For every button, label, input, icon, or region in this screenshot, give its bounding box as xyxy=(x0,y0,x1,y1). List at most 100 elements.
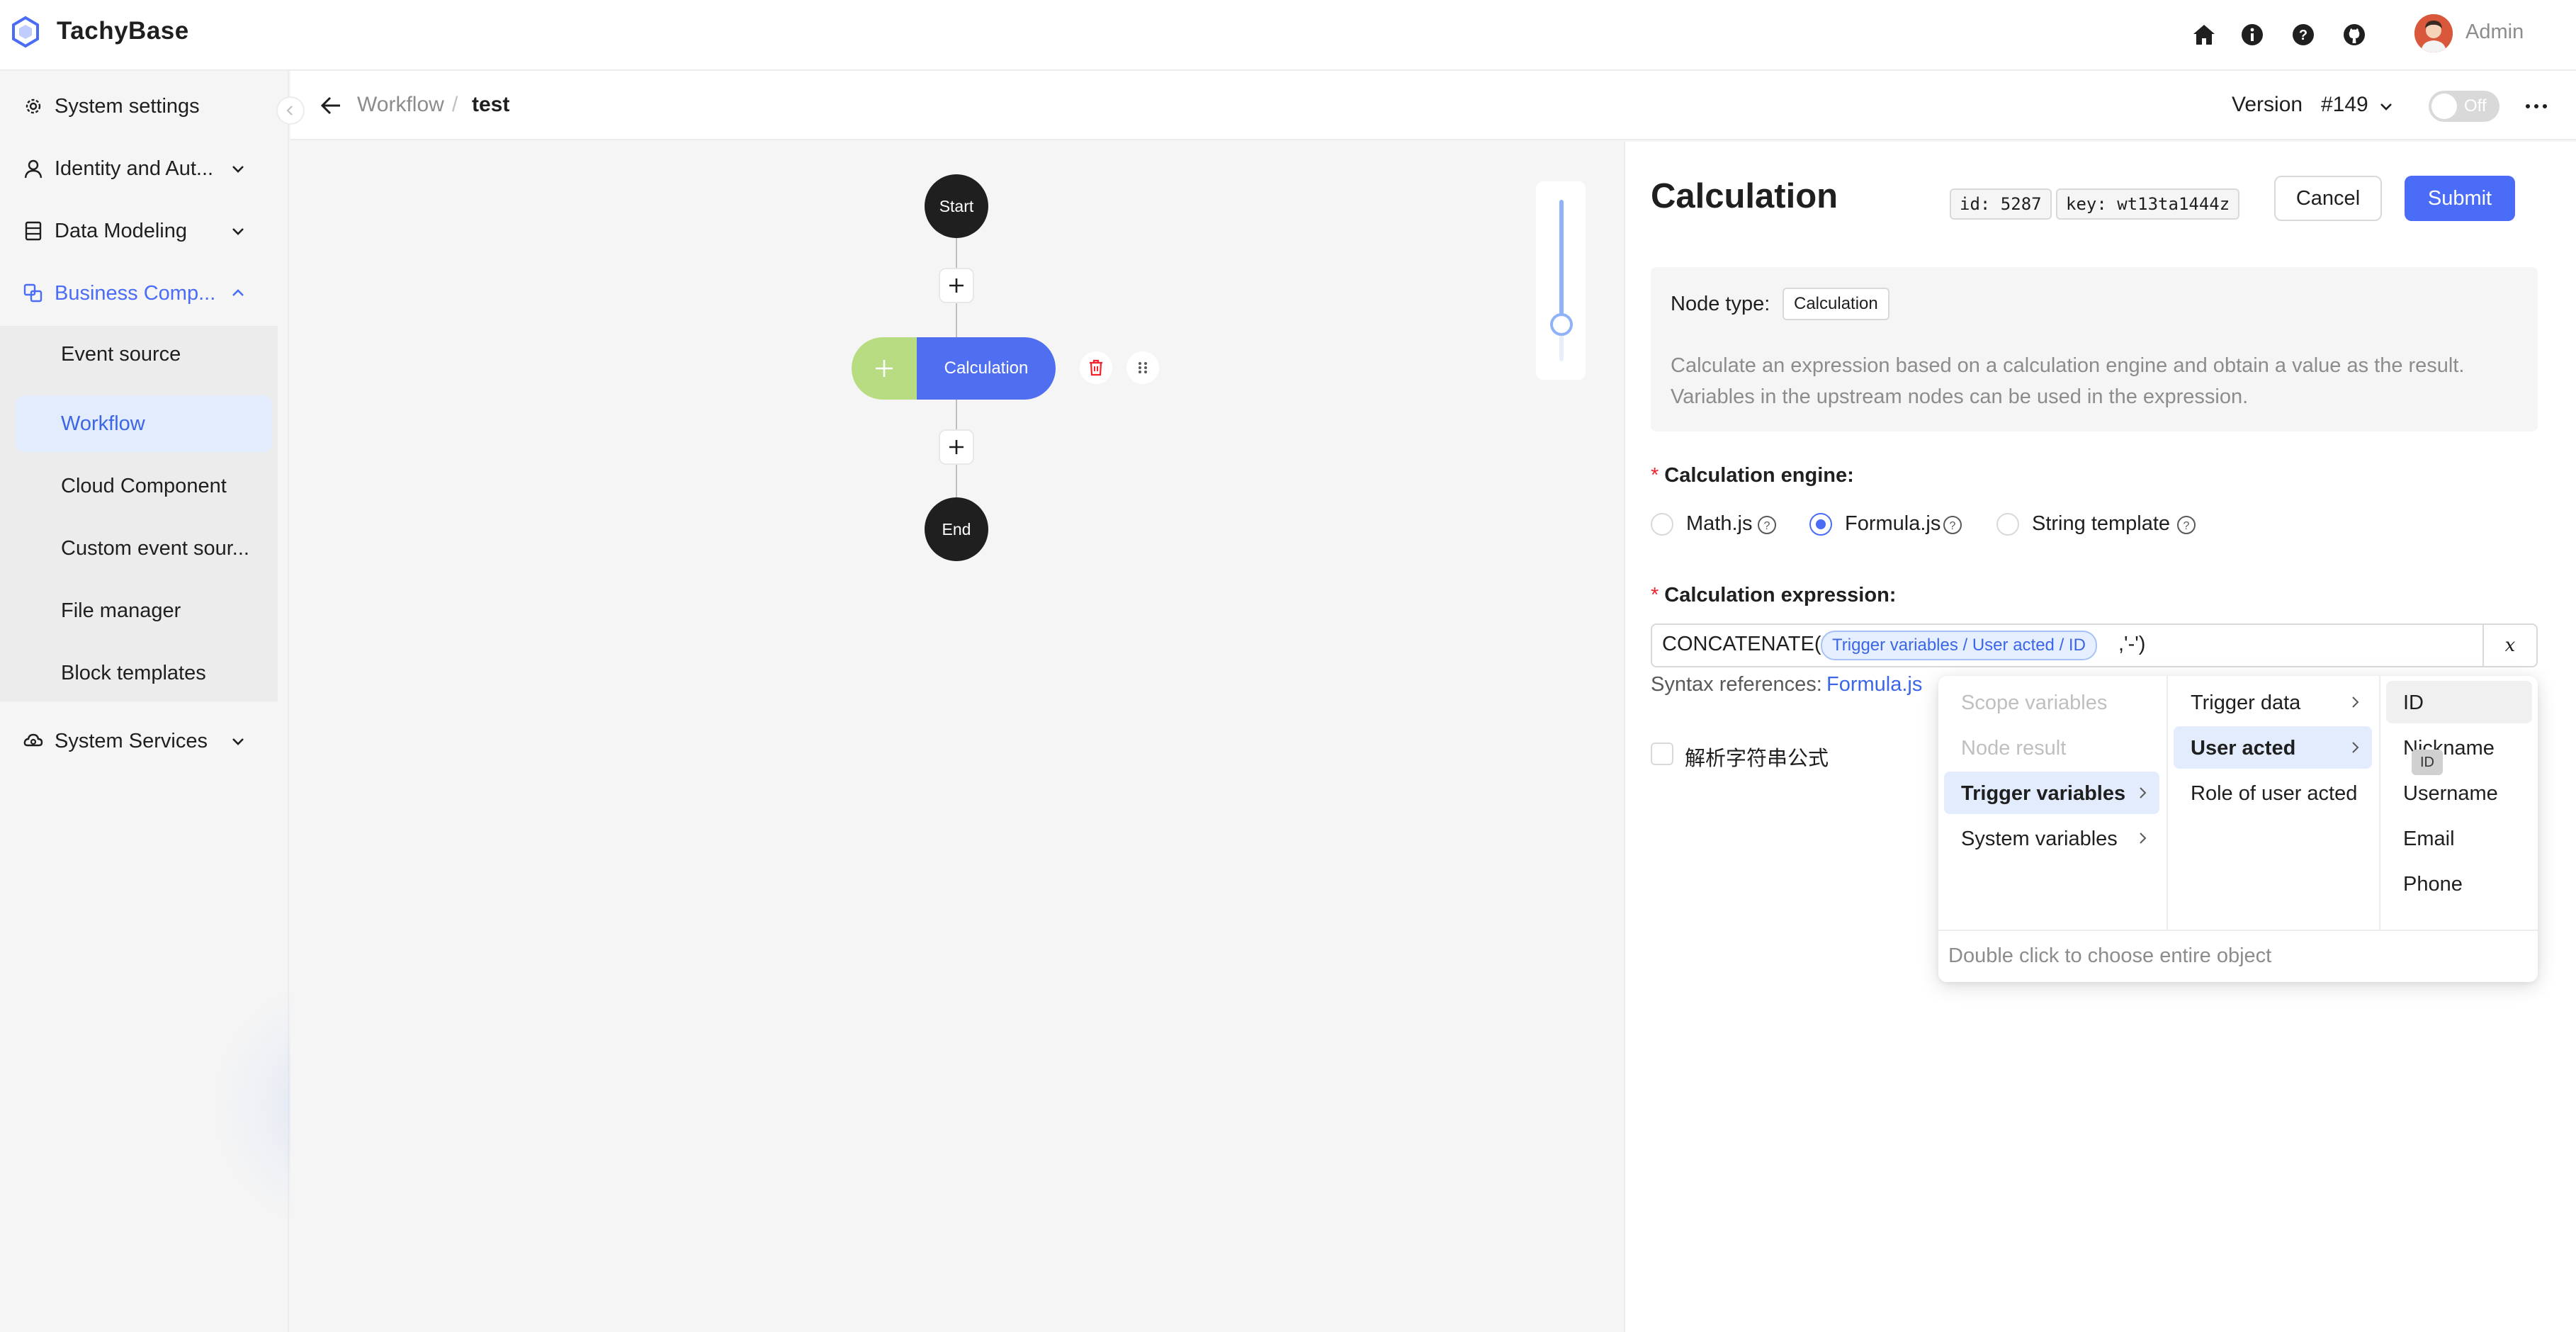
calculation-node[interactable]: Calculation xyxy=(852,337,1056,400)
sidebar-item-label: Custom event sour... xyxy=(61,537,249,560)
sidebar-item-label: Block templates xyxy=(61,662,206,684)
question-circle-icon[interactable]: ? xyxy=(1757,515,1777,535)
cancel-button[interactable]: Cancel xyxy=(2274,176,2382,221)
column-divider xyxy=(2167,676,2168,931)
add-node-button[interactable] xyxy=(939,268,974,303)
question-circle-icon[interactable]: ? xyxy=(2176,515,2196,535)
cascader-option-username[interactable]: Username xyxy=(2386,772,2532,814)
node-type-tag: Calculation xyxy=(1783,288,1889,320)
required-mark: * xyxy=(1651,464,1659,487)
chevron-right-icon xyxy=(2140,787,2147,798)
chevron-right-icon xyxy=(2352,742,2359,753)
database-icon xyxy=(25,221,42,241)
engine-radio-label[interactable]: String template xyxy=(2032,512,2170,536)
cascader-option-nickname[interactable]: Nickname xyxy=(2386,726,2532,769)
home-icon[interactable] xyxy=(2189,20,2219,50)
sidebar-item-data-modeling[interactable]: Data Modeling xyxy=(0,203,278,259)
sidebar-item-identity[interactable]: Identity and Aut... xyxy=(0,140,278,197)
cascader-option-id[interactable]: ID xyxy=(2386,681,2532,723)
drag-handle-button[interactable] xyxy=(1126,351,1159,384)
calculation-node-label: Calculation xyxy=(917,337,1056,400)
sidebar-item-event-source[interactable]: Event source xyxy=(16,326,272,383)
sidebar-item-system-settings[interactable]: System settings xyxy=(0,78,278,135)
help-icon[interactable]: ? xyxy=(2288,20,2318,50)
option-label: Node result xyxy=(1961,737,2067,760)
add-branch-button[interactable] xyxy=(852,337,917,400)
drawer-title[interactable]: Calculation xyxy=(1651,176,1838,216)
sidebar-item-workflow[interactable]: Workflow xyxy=(16,395,272,452)
formulajs-link[interactable]: Formula.js xyxy=(1826,673,1922,696)
option-label: Email xyxy=(2403,828,2455,850)
sidebar-item-label: System Services xyxy=(55,730,208,752)
option-label: Scope variables xyxy=(1961,692,2108,714)
option-label: Username xyxy=(2403,782,2498,805)
engine-radio-mathjs[interactable] xyxy=(1651,513,1673,536)
sidebar-item-label: Identity and Aut... xyxy=(55,157,214,180)
top-bar: TachyBase ? Admin xyxy=(0,0,2576,71)
plus-icon xyxy=(949,440,964,454)
workflow-enable-toggle[interactable]: Off xyxy=(2429,91,2499,122)
engine-radio-formulajs[interactable] xyxy=(1809,513,1832,536)
add-node-button[interactable] xyxy=(939,429,974,465)
syntax-references-label: Syntax references: xyxy=(1651,673,1822,696)
sidebar-item-cloud-component[interactable]: Cloud Component xyxy=(16,458,272,514)
option-label: Phone xyxy=(2403,873,2463,896)
chevron-down-icon xyxy=(232,166,244,173)
github-icon[interactable] xyxy=(2339,20,2369,50)
app-name[interactable]: TachyBase xyxy=(57,17,189,45)
more-icon[interactable] xyxy=(2522,94,2550,119)
expression-field-label: * Calculation expression: xyxy=(1651,584,1896,607)
cascader-option-phone[interactable]: Phone xyxy=(2386,862,2532,905)
option-label: Trigger variables xyxy=(1961,782,2126,805)
end-node[interactable]: End xyxy=(925,497,988,561)
cloud-service-icon xyxy=(23,733,43,747)
engine-radio-label[interactable]: Formula.js xyxy=(1845,512,1941,536)
cascader-option-role-of-user-acted[interactable]: Role of user acted xyxy=(2174,772,2372,814)
description-line: Calculate an expression based on a calcu… xyxy=(1671,354,2465,377)
expression-prefix[interactable]: CONCATENATE( xyxy=(1662,633,1821,656)
cascader-option-user-acted[interactable]: User acted xyxy=(2174,726,2372,769)
sidebar-collapse-button[interactable] xyxy=(276,96,305,125)
label-colon: : xyxy=(1847,464,1854,487)
info-icon[interactable] xyxy=(2237,20,2267,50)
breadcrumb-current: test xyxy=(472,93,510,116)
parse-string-formula-checkbox[interactable] xyxy=(1651,743,1673,765)
tachybase-logo-icon[interactable] xyxy=(11,16,40,48)
question-circle-icon[interactable]: ? xyxy=(1943,515,1962,535)
expression-label-text: Calculation expression xyxy=(1664,584,1889,606)
cascader-option-system-variables[interactable]: System variables xyxy=(1944,817,2159,859)
cascader-option-trigger-variables[interactable]: Trigger variables xyxy=(1944,772,2159,814)
back-arrow-icon[interactable] xyxy=(319,95,344,116)
engine-radio-string-template[interactable] xyxy=(1996,513,2019,536)
user-icon xyxy=(24,159,43,179)
sidebar-item-system-services[interactable]: System Services xyxy=(0,713,278,769)
chevron-down-icon[interactable] xyxy=(2378,98,2395,115)
variable-tag[interactable]: Trigger variables / User acted / ID xyxy=(1821,631,2097,660)
engine-radio-label[interactable]: Math.js xyxy=(1686,512,1752,536)
chevron-up-icon xyxy=(232,289,244,296)
user-name[interactable]: Admin xyxy=(2465,21,2524,44)
delete-node-button[interactable] xyxy=(1080,351,1112,384)
sidebar-item-block-templates[interactable]: Block templates xyxy=(16,645,272,701)
insert-variable-button[interactable]: x xyxy=(2482,623,2538,667)
toggle-knob xyxy=(2431,94,2457,119)
workflow-canvas[interactable] xyxy=(290,142,1624,1332)
cascader-option-email[interactable]: Email xyxy=(2386,817,2532,859)
chevron-right-icon xyxy=(2352,696,2359,708)
start-node[interactable]: Start xyxy=(925,174,988,238)
avatar[interactable] xyxy=(2414,14,2453,52)
cascader-option-trigger-data[interactable]: Trigger data xyxy=(2174,681,2372,723)
version-select[interactable]: #149 xyxy=(2321,93,2368,117)
footer-divider xyxy=(1938,930,2538,931)
cascader-option-node-result: Node result xyxy=(1944,726,2159,769)
expression-suffix[interactable]: ,'-') xyxy=(2118,633,2145,656)
option-label: ID xyxy=(2403,692,2424,714)
sidebar-item-business-components[interactable]: Business Comp... xyxy=(0,265,278,322)
breadcrumb-workflow-link[interactable]: Workflow xyxy=(357,93,444,117)
parse-string-formula-label[interactable]: 解析字符串公式 xyxy=(1685,742,1829,772)
chevron-left-icon xyxy=(286,106,293,115)
submit-button[interactable]: Submit xyxy=(2405,176,2515,221)
zoom-slider-handle[interactable] xyxy=(1550,313,1573,336)
sidebar-item-file-manager[interactable]: File manager xyxy=(16,582,272,639)
sidebar-item-custom-event-source[interactable]: Custom event sour... xyxy=(16,520,272,577)
